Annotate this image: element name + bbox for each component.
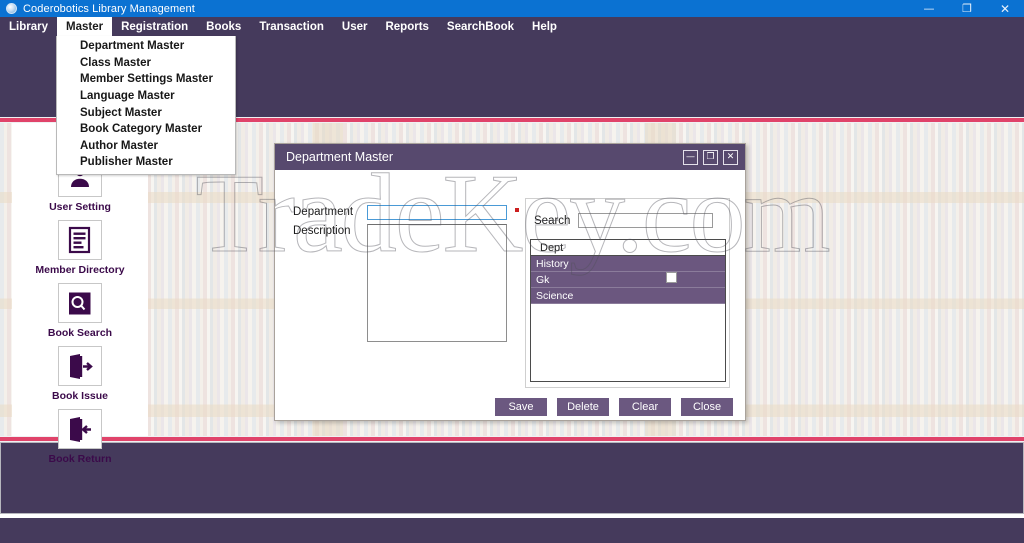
menubar: Library Master Registration Books Transa… (0, 17, 1024, 36)
sidebar-item-book-issue[interactable]: Book Issue (12, 346, 148, 405)
application-window: Coderobotics Library Management — ❐ ✕ Li… (0, 0, 1024, 543)
menu-option-publisher-master[interactable]: Publisher Master (57, 154, 235, 171)
description-input[interactable] (367, 224, 507, 342)
dialog-actions: Save Delete Clear Close (495, 398, 733, 416)
required-asterisk-icon (515, 208, 519, 212)
dialog-minimize-icon[interactable]: — (683, 149, 698, 165)
app-circle-icon (6, 3, 17, 14)
dialog-body: Department Description Search Dept Histo… (275, 170, 745, 420)
menu-item-registration[interactable]: Registration (112, 17, 197, 36)
menu-item-searchbook[interactable]: SearchBook (438, 17, 523, 36)
menu-item-library[interactable]: Library (0, 17, 57, 36)
menu-option-member-settings-master[interactable]: Member Settings Master (57, 71, 235, 88)
search-row: Search (534, 213, 714, 228)
window-controls: — ❐ ✕ (910, 0, 1024, 17)
department-master-dialog: Department Master — ❐ ✕ Department Descr… (274, 143, 746, 421)
delete-button[interactable]: Delete (557, 398, 609, 416)
menu-option-author-master[interactable]: Author Master (57, 138, 235, 155)
menu-option-department-master[interactable]: Department Master (57, 38, 235, 55)
department-grid[interactable]: Dept History Gk Science (530, 239, 726, 382)
menu-item-books[interactable]: Books (197, 17, 250, 36)
sidebar-item-member-directory[interactable]: Member Directory (12, 220, 148, 279)
door-arrow-out-icon (58, 346, 102, 386)
menu-item-reports[interactable]: Reports (376, 17, 437, 36)
os-titlebar: Coderobotics Library Management — ❐ ✕ (0, 0, 1024, 17)
department-label-row: Department (293, 206, 353, 218)
table-row[interactable]: Science (531, 288, 725, 304)
search-label: Search (534, 214, 571, 227)
table-row[interactable]: History (531, 256, 725, 272)
sidebar-label-book-return: Book Return (48, 453, 112, 465)
footer-strip (0, 518, 1024, 543)
dialog-titlebar: Department Master — ❐ ✕ (275, 144, 745, 170)
description-label-row: Description (293, 225, 351, 237)
department-input[interactable] (367, 205, 507, 220)
grid-selection-marker-icon (666, 272, 677, 283)
clear-button[interactable]: Clear (619, 398, 671, 416)
window-title: Coderobotics Library Management (23, 2, 195, 15)
menu-item-transaction[interactable]: Transaction (250, 17, 333, 36)
maximize-icon[interactable]: ❐ (948, 0, 986, 17)
close-icon[interactable]: ✕ (986, 0, 1024, 17)
master-dropdown-menu: Department Master Class Master Member Se… (56, 36, 236, 175)
minimize-icon[interactable]: — (910, 0, 948, 17)
search-results-panel: Search Dept History Gk Science (525, 198, 730, 388)
menu-item-user[interactable]: User (333, 17, 377, 36)
menu-item-help[interactable]: Help (523, 17, 566, 36)
dialog-window-controls: — ❐ ✕ (683, 149, 745, 165)
description-label: Description (293, 225, 351, 237)
sidebar-label-member-directory: Member Directory (35, 264, 125, 276)
footer-panel (0, 442, 1024, 514)
menu-item-master[interactable]: Master (57, 17, 113, 36)
save-button[interactable]: Save (495, 398, 547, 416)
menu-option-language-master[interactable]: Language Master (57, 88, 235, 105)
book-magnifier-icon (58, 283, 102, 323)
sidebar-item-book-search[interactable]: Book Search (12, 283, 148, 342)
menu-option-book-category-master[interactable]: Book Category Master (57, 121, 235, 138)
close-button[interactable]: Close (681, 398, 733, 416)
department-label: Department (293, 206, 354, 218)
dialog-close-icon[interactable]: ✕ (723, 149, 738, 165)
sidebar-item-book-return[interactable]: Book Return (12, 409, 148, 468)
dialog-title: Department Master (286, 150, 393, 164)
sidebar-label-book-search: Book Search (47, 327, 113, 339)
menu-option-subject-master[interactable]: Subject Master (57, 104, 235, 121)
grid-column-header-dept: Dept (531, 240, 725, 256)
dialog-maximize-icon[interactable]: ❐ (703, 149, 718, 165)
sidebar-label-book-issue: Book Issue (51, 390, 109, 402)
door-arrow-in-icon (58, 409, 102, 449)
menu-option-class-master[interactable]: Class Master (57, 55, 235, 72)
document-lines-icon (58, 220, 102, 260)
table-row[interactable]: Gk (531, 272, 725, 288)
search-input[interactable] (578, 213, 714, 228)
sidebar-label-user-setting: User Setting (49, 201, 111, 213)
